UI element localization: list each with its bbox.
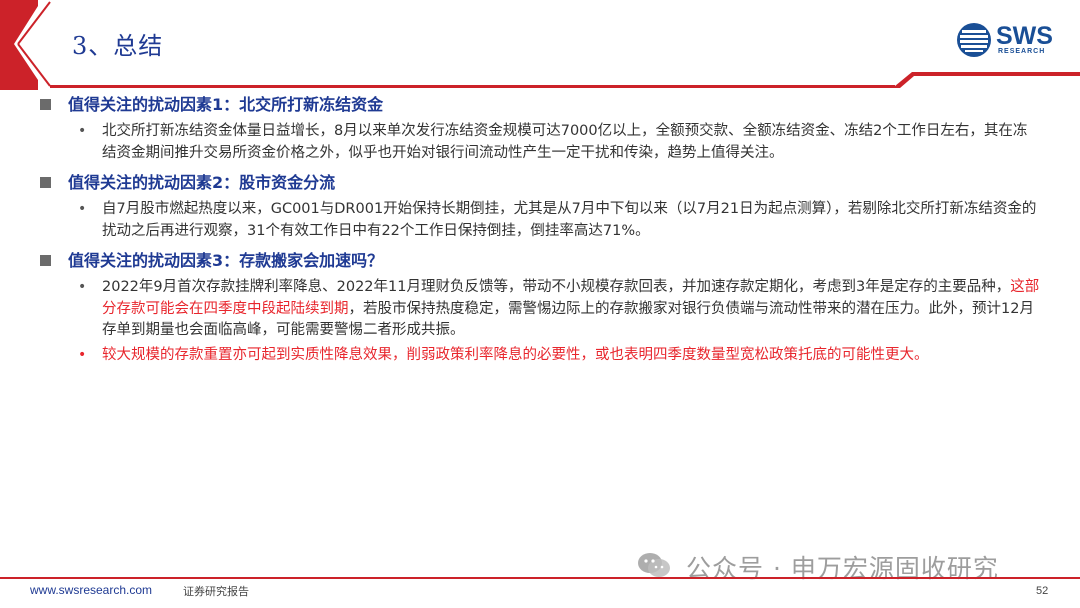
section-heading: 值得关注的扰动因素1：北交所打新冻结资金 bbox=[40, 92, 1050, 118]
section-2: 值得关注的扰动因素2：股市资金分流 • 自7月股市燃起热度以来，GC001与DR… bbox=[40, 170, 1050, 242]
bullet-text: 自7月股市燃起热度以来，GC001与DR001开始保持长期倒挂，尤其是从7月中下… bbox=[102, 201, 1037, 239]
square-bullet-icon bbox=[40, 255, 51, 266]
bullet-text: 北交所打新冻结资金体量日益增长，8月以来单次发行冻结资金规模可达7000亿以上，… bbox=[102, 123, 1028, 161]
section-heading-text: 值得关注的扰动因素3：存款搬家会加速吗？ bbox=[68, 251, 384, 270]
section-3: 值得关注的扰动因素3：存款搬家会加速吗？ • 2022年9月首次存款挂牌利率降息… bbox=[40, 248, 1050, 366]
bullet-text: 较大规模的存款重置亦可起到实质性降息效果，削弱政策利率降息的必要性，或也表明四季… bbox=[102, 346, 929, 363]
bullet-text: 2022年9月首次存款挂牌利率降息、2022年11月理财负反馈等，带动不小规模存… bbox=[102, 279, 1011, 295]
bullet-dot-icon: • bbox=[78, 279, 87, 295]
wechat-icon bbox=[638, 553, 670, 577]
section-heading-text: 值得关注的扰动因素2：股市资金分流 bbox=[68, 173, 336, 192]
bullet-dot-icon: • bbox=[78, 346, 87, 363]
bullet-item-highlighted: • 较大规模的存款重置亦可起到实质性降息效果，削弱政策利率降息的必要性，或也表明… bbox=[40, 345, 1050, 367]
sws-logo-icon bbox=[957, 23, 991, 57]
square-bullet-icon bbox=[40, 177, 51, 188]
section-heading: 值得关注的扰动因素2：股市资金分流 bbox=[40, 170, 1050, 196]
logo-subtext: RESEARCH bbox=[998, 48, 1046, 55]
logo-text: SWS bbox=[996, 22, 1053, 50]
page-title: 3、总结 bbox=[72, 32, 164, 60]
bullet-item: • 北交所打新冻结资金体量日益增长，8月以来单次发行冻结资金规模可达7000亿以… bbox=[40, 121, 1050, 164]
section-heading-text: 值得关注的扰动因素1：北交所打新冻结资金 bbox=[68, 95, 384, 114]
bullet-dot-icon: • bbox=[78, 201, 87, 217]
page-number: 52 bbox=[1036, 585, 1049, 597]
square-bullet-icon bbox=[40, 99, 51, 110]
bullet-item: • 自7月股市燃起热度以来，GC001与DR001开始保持长期倒挂，尤其是从7月… bbox=[40, 199, 1050, 242]
section-1: 值得关注的扰动因素1：北交所打新冻结资金 • 北交所打新冻结资金体量日益增长，8… bbox=[40, 92, 1050, 164]
sws-logo: SWS RESEARCH bbox=[956, 22, 1060, 58]
bullet-dot-icon: • bbox=[78, 123, 87, 139]
slide-content: 值得关注的扰动因素1：北交所打新冻结资金 • 北交所打新冻结资金体量日益增长，8… bbox=[40, 92, 1050, 369]
watermark-text: 公众号 · 申万宏源固收研究 bbox=[686, 554, 999, 583]
bullet-item: • 2022年9月首次存款挂牌利率降息、2022年11月理财负反馈等，带动不小规… bbox=[40, 277, 1050, 342]
footer-divider bbox=[0, 577, 1080, 579]
footer-url-link[interactable]: www.swsresearch.com bbox=[30, 583, 152, 597]
footer-doc-type: 证券研究报告 bbox=[183, 585, 249, 598]
slide-header: 3、总结 SWS RESEARCH bbox=[0, 0, 1080, 90]
section-heading: 值得关注的扰动因素3：存款搬家会加速吗？ bbox=[40, 248, 1050, 274]
